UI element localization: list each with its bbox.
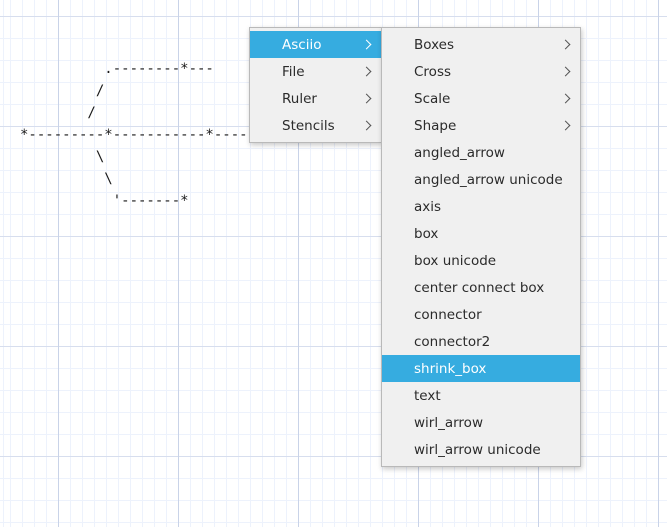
menu-item-label: Ruler [282, 90, 317, 107]
menu-item-stencils[interactable]: Stencils [250, 112, 381, 139]
menu-item-label: box [414, 225, 439, 242]
chevron-right-icon [561, 93, 572, 104]
submenu-item-text[interactable]: text [382, 382, 580, 409]
menu-item-label: Cross [414, 63, 452, 80]
chevron-right-icon [561, 66, 572, 77]
menu-item-ruler[interactable]: Ruler [250, 85, 381, 112]
chevron-right-icon [561, 39, 572, 50]
context-submenu-asciio[interactable]: Boxes Cross Scale Shape angled_arrow angled_a… [381, 27, 581, 467]
submenu-item-angled-arrow[interactable]: angled_arrow [382, 139, 580, 166]
chevron-right-icon [362, 120, 373, 131]
submenu-item-boxes[interactable]: Boxes [382, 31, 580, 58]
menu-item-label: angled_arrow [414, 144, 505, 161]
context-menu-root[interactable]: Asciio File Ruler Stencils [249, 27, 382, 143]
submenu-item-shape[interactable]: Shape [382, 112, 580, 139]
submenu-item-center-connect-box[interactable]: center connect box [382, 274, 580, 301]
submenu-item-wirl-arrow[interactable]: wirl_arrow [382, 409, 580, 436]
menu-item-file[interactable]: File [250, 58, 381, 85]
menu-item-label: shrink_box [414, 360, 487, 377]
menu-item-label: angled_arrow unicode [414, 171, 563, 188]
menu-item-label: wirl_arrow [414, 414, 483, 431]
menu-item-label: center connect box [414, 279, 545, 296]
menu-item-label: connector2 [414, 333, 491, 350]
submenu-item-wirl-arrow-unicode[interactable]: wirl_arrow unicode [382, 436, 580, 463]
chevron-right-icon [362, 66, 373, 77]
chevron-right-icon [561, 120, 572, 131]
submenu-item-box-unicode[interactable]: box unicode [382, 247, 580, 274]
menu-item-label: Stencils [282, 117, 335, 134]
submenu-item-angled-arrow-unicode[interactable]: angled_arrow unicode [382, 166, 580, 193]
menu-item-label: File [282, 63, 305, 80]
menu-item-label: wirl_arrow unicode [414, 441, 541, 458]
chevron-right-icon [362, 93, 373, 104]
submenu-item-box[interactable]: box [382, 220, 580, 247]
submenu-item-scale[interactable]: Scale [382, 85, 580, 112]
submenu-item-connector[interactable]: connector [382, 301, 580, 328]
chevron-right-icon [362, 39, 373, 50]
menu-item-label: text [414, 387, 441, 404]
submenu-item-shrink-box[interactable]: shrink_box [382, 355, 580, 382]
menu-item-label: Boxes [414, 36, 455, 53]
menu-item-label: Shape [414, 117, 457, 134]
menu-item-label: connector [414, 306, 482, 323]
menu-item-asciio[interactable]: Asciio [250, 31, 381, 58]
submenu-item-cross[interactable]: Cross [382, 58, 580, 85]
menu-item-label: axis [414, 198, 442, 215]
menu-item-label: Asciio [282, 36, 322, 53]
menu-item-label: box unicode [414, 252, 497, 269]
submenu-item-axis[interactable]: axis [382, 193, 580, 220]
menu-item-label: Scale [414, 90, 451, 107]
submenu-item-connector2[interactable]: connector2 [382, 328, 580, 355]
